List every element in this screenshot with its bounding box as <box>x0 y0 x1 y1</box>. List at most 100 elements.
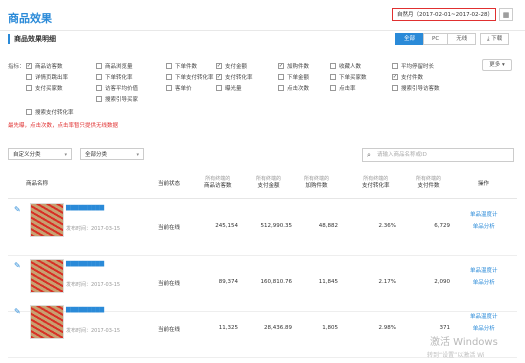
cart-cell: 1,805 <box>322 325 338 331</box>
more-button[interactable]: 更多 ▾ <box>482 59 512 71</box>
th-pay-count-label: 支付件数 <box>417 183 440 189</box>
custom-category-value: 自定义分类 <box>13 152 41 158</box>
metric-checkbox-label: 支付转化率 <box>225 75 253 81</box>
metric-checkbox[interactable]: ✓ 加购件数 <box>278 62 309 70</box>
metric-checkbox[interactable]: 点击率 <box>330 84 356 92</box>
product-thumbnail[interactable] <box>30 259 64 293</box>
metric-checkbox[interactable]: 下单金额 <box>278 73 309 81</box>
metric-checkbox[interactable]: 搜索支付转化率 <box>26 108 74 116</box>
metric-checkbox[interactable]: 平均停留时长 <box>392 62 434 70</box>
th-name: 商品名称 <box>26 181 49 187</box>
product-name-link[interactable]: ▇▇▇▇▇▇▇▇▇ <box>66 205 146 212</box>
top-bar: 商品效果 自然月（2017-02-01~2017-02-28） ▦ <box>0 0 525 31</box>
th-ops: 操作 <box>478 181 490 187</box>
metric-checkbox-label: 平均停留时长 <box>401 64 435 70</box>
status-cell: 当前在线 <box>158 281 181 287</box>
redaction-scribble <box>31 260 63 292</box>
edit-icon[interactable]: ✎ <box>14 261 24 271</box>
metric-checkbox-label: 下单支付转化率 <box>175 75 214 81</box>
metric-checkbox[interactable]: 访客平均价值 <box>96 84 138 92</box>
checkmark-icon: ✓ <box>26 63 32 69</box>
metric-checkbox-label: 搜索引导访客数 <box>401 86 440 92</box>
metric-checkbox[interactable]: 搜索引导访客数 <box>392 84 440 92</box>
tab-pc[interactable]: PC <box>423 33 449 45</box>
cart-cell: 48,882 <box>318 223 338 229</box>
th-pay-count[interactable]: 所有终端的 支付件数 <box>416 176 441 190</box>
visitors-cell: 245,154 <box>215 223 238 229</box>
metric-checkbox-label: 详情页跳出率 <box>35 75 69 81</box>
metric-checkbox-label: 下单转化率 <box>105 75 133 81</box>
metric-checkbox-label: 商品浏览量 <box>105 64 133 70</box>
checkbox-empty <box>330 74 336 80</box>
thermometer-link[interactable]: 单品温度计 <box>470 265 498 277</box>
product-name-link[interactable]: ▇▇▇▇▇▇▇▇▇ <box>66 307 146 314</box>
th-pay-amount-label: 支付金额 <box>257 183 280 189</box>
checkbox-empty <box>278 85 284 91</box>
selector-row: 自定义分类 ▾ 全部分类 ▾ ⌕ 请输入商品名称或ID <box>8 148 517 162</box>
tab-all[interactable]: 全部 <box>395 33 425 45</box>
metric-checkbox[interactable]: 商品浏览量 <box>96 62 133 70</box>
metric-checkbox[interactable]: 搜索引导买家 <box>96 95 138 103</box>
metric-checkbox[interactable]: 点击次数 <box>278 84 309 92</box>
metric-checkbox[interactable]: 支付买家数 <box>26 84 63 92</box>
tab-wireless[interactable]: 无线 <box>447 33 477 45</box>
analysis-link[interactable]: 单品分析 <box>470 221 498 233</box>
th-visitors[interactable]: 所有终端的 商品访客数 <box>204 176 232 190</box>
more-label: 更多 <box>489 62 501 68</box>
th-pay-amount-sub: 所有终端的 <box>256 176 282 182</box>
page-title: 商品效果 <box>8 12 52 25</box>
checkbox-empty <box>166 74 172 80</box>
metric-checkbox-label: 访客平均价值 <box>105 86 139 92</box>
metric-checkbox[interactable]: 收藏人数 <box>330 62 361 70</box>
date-range-picker[interactable]: 自然月（2017-02-01~2017-02-28） <box>392 8 496 21</box>
th-conversion[interactable]: 所有终端的 支付转化率 <box>362 176 390 190</box>
metric-checkbox-label: 点击次数 <box>287 86 310 92</box>
metric-checkbox-label: 支付件数 <box>401 75 424 81</box>
search-icon: ⌕ <box>367 151 371 159</box>
thermometer-link[interactable]: 单品温度计 <box>470 209 498 221</box>
th-pay-amount[interactable]: 所有终端的 支付金额 <box>256 176 281 190</box>
metric-checkbox[interactable]: ✓ 支付金额 <box>216 62 247 70</box>
metric-checkbox-label: 下单买家数 <box>339 75 367 81</box>
pay-amount-cell: 512,990.35 <box>260 223 293 229</box>
thermometer-link[interactable]: 单品温度计 <box>470 311 498 323</box>
checkmark-icon: ✓ <box>216 63 222 69</box>
product-thumbnail[interactable] <box>30 203 64 237</box>
search-input[interactable]: ⌕ 请输入商品名称或ID <box>362 148 514 162</box>
metric-checkbox[interactable]: ✓ 商品访客数 <box>26 62 63 70</box>
metric-checkbox[interactable]: 下单件数 <box>166 62 197 70</box>
pay-count-cell: 6,729 <box>434 223 450 229</box>
publish-date: 发布时间：2017-03-15 <box>66 282 121 288</box>
calendar-icon[interactable]: ▦ <box>499 8 513 21</box>
metric-checkbox[interactable]: 下单转化率 <box>96 73 133 81</box>
th-cart[interactable]: 所有终端的 加购件数 <box>304 176 329 190</box>
metric-checkbox[interactable]: 下单支付转化率 <box>166 73 214 81</box>
metric-checkbox[interactable]: ✓ 支付转化率 <box>216 73 253 81</box>
product-thumbnail[interactable] <box>30 305 64 339</box>
metric-checkbox[interactable]: ✓ 支付件数 <box>392 73 423 81</box>
checkbox-empty <box>392 85 398 91</box>
status-cell: 当前在线 <box>158 327 181 333</box>
checkbox-empty <box>330 63 336 69</box>
custom-category-select[interactable]: 自定义分类 ▾ <box>8 148 72 160</box>
redaction-scribble <box>31 306 63 338</box>
checkbox-empty <box>26 109 32 115</box>
pay-count-cell: 371 <box>439 325 451 331</box>
metric-checkbox[interactable]: 客单价 <box>166 84 192 92</box>
publish-date: 发布时间：2017-03-15 <box>66 226 121 232</box>
conversion-cell: 2.98% <box>378 325 396 331</box>
download-button[interactable]: ⤓ 下载 <box>480 33 510 45</box>
metric-checkbox[interactable]: 下单买家数 <box>330 73 367 81</box>
metric-checkbox[interactable]: 详情页跳出率 <box>26 73 68 81</box>
th-cart-sub: 所有终端的 <box>304 176 330 182</box>
analysis-link[interactable]: 单品分析 <box>470 277 498 289</box>
status-cell: 当前在线 <box>158 225 181 231</box>
checkbox-empty <box>26 85 32 91</box>
all-category-select[interactable]: 全部分类 ▾ <box>80 148 144 160</box>
edit-icon[interactable]: ✎ <box>14 307 24 317</box>
metric-checkbox[interactable]: 曝光量 <box>216 84 242 92</box>
product-name-link[interactable]: ▇▇▇▇▇▇▇▇▇ <box>66 261 146 268</box>
visitors-cell: 89,374 <box>218 279 238 285</box>
edit-icon[interactable]: ✎ <box>14 205 24 215</box>
metric-checkbox-label: 支付金额 <box>225 64 248 70</box>
